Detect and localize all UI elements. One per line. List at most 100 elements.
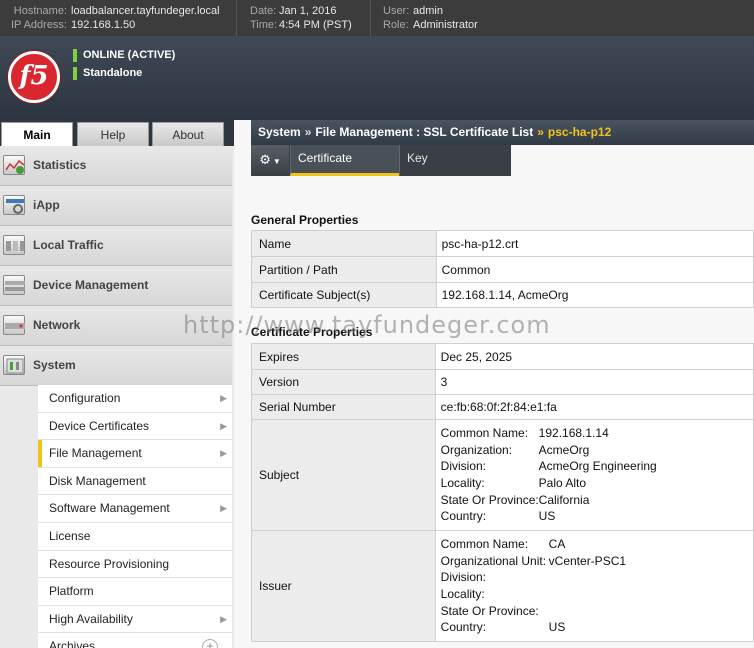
device-management-icon <box>3 275 25 295</box>
tab-help[interactable]: Help <box>77 122 149 146</box>
field-label: Organization: <box>440 442 513 457</box>
network-icon <box>3 315 25 335</box>
row-label: Subject <box>251 419 436 531</box>
submenu-item-label: Disk Management <box>49 473 146 488</box>
gear-icon: ⚙ <box>259 152 271 167</box>
list-item: Division: <box>441 569 753 586</box>
breadcrumb-file-management[interactable]: File Management : SSL Certificate List <box>315 125 533 139</box>
tab-certificate[interactable]: Certificate <box>290 145 399 176</box>
submenu-item-resource-provisioning[interactable]: Resource Provisioning <box>38 551 232 579</box>
statistics-icon <box>3 155 25 175</box>
row-label: Partition / Path <box>251 256 437 283</box>
field-label: Common Name: <box>440 426 529 441</box>
logo-text: f5 <box>19 61 49 91</box>
user-value: admin <box>413 5 443 17</box>
chevron-right-icon: ▶ <box>220 448 227 459</box>
submenu-item-platform[interactable]: Platform <box>38 578 232 606</box>
local-traffic-icon <box>3 235 25 255</box>
divider <box>370 0 371 36</box>
table-row: Serial Number ce:fb:68:0f:2f:84:e1:fa <box>251 394 754 420</box>
field-label: Locality: <box>440 476 485 490</box>
sidebar-item-iapp[interactable]: iApp <box>0 186 232 226</box>
sidebar: Statistics iApp Local Traffic Device Man… <box>0 146 234 648</box>
version-value: 3 <box>434 369 754 395</box>
list-item: Division: AcmeOrg Engineering <box>441 458 753 475</box>
breadcrumb-current: psc-ha-p12 <box>547 125 612 139</box>
submenu-item-device-certificates[interactable]: Device Certificates ▶ <box>38 413 232 441</box>
breadcrumb-system[interactable]: System <box>258 125 301 139</box>
field-value: US <box>538 509 556 524</box>
f5-logo-icon[interactable]: f5 <box>8 51 60 103</box>
field-label: Common Name: <box>440 537 529 552</box>
submenu-item-software-management[interactable]: Software Management ▶ <box>38 495 232 523</box>
field-label: Locality: <box>440 587 485 601</box>
field-label: State Or Province: <box>440 603 539 618</box>
system-submenu: Configuration ▶ Device Certificates ▶ File… <box>38 385 232 648</box>
submenu-item-archives[interactable]: Archives + <box>38 633 232 648</box>
submenu-item-label: High Availability <box>49 611 133 626</box>
table-row: Subject Common Name: 192.168.1.14 Organiz… <box>251 419 754 531</box>
subject-details: Common Name: 192.168.1.14 Organization: Ac… <box>434 419 754 531</box>
time-value: 4:54 PM (PST) <box>279 19 352 31</box>
field-value: 192.168.1.14 <box>538 426 609 441</box>
general-properties-table: Name psc-ha-p12.crt Partition / Path Commo… <box>251 230 754 308</box>
certificate-properties-table: Expires Dec 25, 2025 Version 3 Serial Numb… <box>251 343 754 642</box>
subject-list: Common Name: 192.168.1.14 Organization: Ac… <box>441 425 753 525</box>
submenu-item-label: License <box>49 528 91 543</box>
tab-key[interactable]: Key <box>399 145 511 176</box>
field-label: Division: <box>440 459 487 474</box>
field-value: vCenter-PSC1 <box>548 553 627 568</box>
sidebar-item-label: iApp <box>33 198 60 212</box>
submenu-item-file-management[interactable]: File Management ▶ <box>38 440 232 468</box>
field-label: Division: <box>440 570 487 585</box>
date-label: Date: <box>250 5 277 17</box>
table-row: Name psc-ha-p12.crt <box>251 230 754 257</box>
table-row: Partition / Path Common <box>251 256 754 283</box>
table-row: Certificate Subject(s) 192.168.1.14, Acme… <box>251 282 754 308</box>
iapp-icon <box>3 195 25 215</box>
status-mode: Standalone <box>73 67 142 80</box>
submenu-item-label: Software Management <box>49 501 170 516</box>
list-item: Organization: AcmeOrg <box>441 442 753 459</box>
table-row: Expires Dec 25, 2025 <box>251 343 754 370</box>
sidebar-item-device-management[interactable]: Device Management <box>0 266 232 306</box>
sidebar-item-statistics[interactable]: Statistics <box>0 146 232 186</box>
chevron-down-icon: ▼ <box>272 157 281 166</box>
sidebar-item-label: Statistics <box>33 158 87 172</box>
row-label: Name <box>251 230 437 257</box>
submenu-item-high-availability[interactable]: High Availability ▶ <box>38 606 232 634</box>
system-icon <box>3 355 25 375</box>
sidebar-item-local-traffic[interactable]: Local Traffic <box>0 226 232 266</box>
submenu-item-configuration[interactable]: Configuration ▶ <box>38 385 232 413</box>
submenu-item-license[interactable]: License <box>38 523 232 551</box>
subjects-value: 192.168.1.14, AcmeOrg <box>435 282 754 308</box>
table-row: Issuer Common Name: CA Organizational Uni… <box>251 530 754 642</box>
status-online: ONLINE (ACTIVE) <box>73 49 175 62</box>
field-value: California <box>538 492 590 507</box>
ip-label: IP Address: <box>10 19 67 31</box>
sidebar-item-network[interactable]: Network <box>0 306 232 346</box>
list-item: Organizational Unit: vCenter-PSC1 <box>441 553 753 570</box>
breadcrumb-separator: » <box>537 125 544 139</box>
chevron-right-icon: ▶ <box>220 393 227 403</box>
list-item: Common Name: 192.168.1.14 <box>441 425 753 442</box>
hostname-value: loadbalancer.tayfundeger.local <box>71 5 220 17</box>
field-label: State Or Province: <box>440 492 539 507</box>
field-value: CA <box>548 537 566 552</box>
issuer-list: Common Name: CA Organizational Unit: vCent… <box>441 536 753 636</box>
add-icon[interactable]: + <box>202 639 218 648</box>
gear-menu-button[interactable]: ⚙ ▼ <box>251 145 289 176</box>
date-value: Jan 1, 2016 <box>279 5 337 17</box>
tab-main[interactable]: Main <box>1 122 73 147</box>
main-tabs: Main Help About <box>0 120 234 147</box>
submenu-item-disk-management[interactable]: Disk Management <box>38 468 232 496</box>
list-item: State Or Province: <box>441 603 753 620</box>
sidebar-item-system[interactable]: System <box>0 346 232 386</box>
serial-value: ce:fb:68:0f:2f:84:e1:fa <box>434 394 754 420</box>
sidebar-item-label: Local Traffic <box>33 238 104 252</box>
host-info: Hostname: loadbalancer.tayfundeger.local … <box>10 4 220 32</box>
field-label: Country: <box>440 509 487 524</box>
issuer-details: Common Name: CA Organizational Unit: vCent… <box>434 530 754 642</box>
field-value: AcmeOrg Engineering <box>538 459 657 474</box>
tab-about[interactable]: About <box>152 122 224 146</box>
